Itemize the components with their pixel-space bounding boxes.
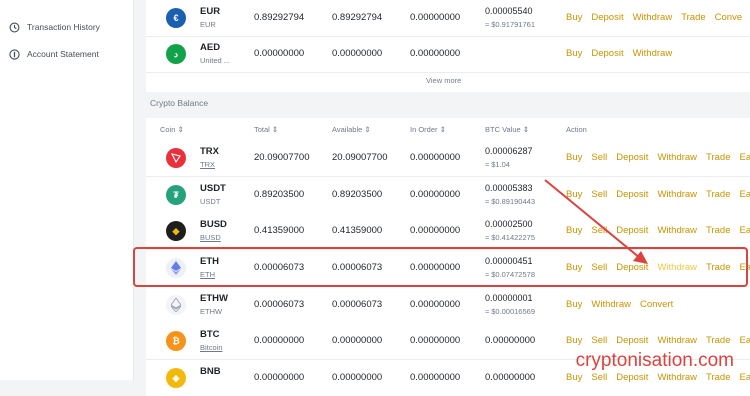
- annotation-arrow: [0, 0, 750, 380]
- watermark: cryptonisation.com: [576, 350, 734, 372]
